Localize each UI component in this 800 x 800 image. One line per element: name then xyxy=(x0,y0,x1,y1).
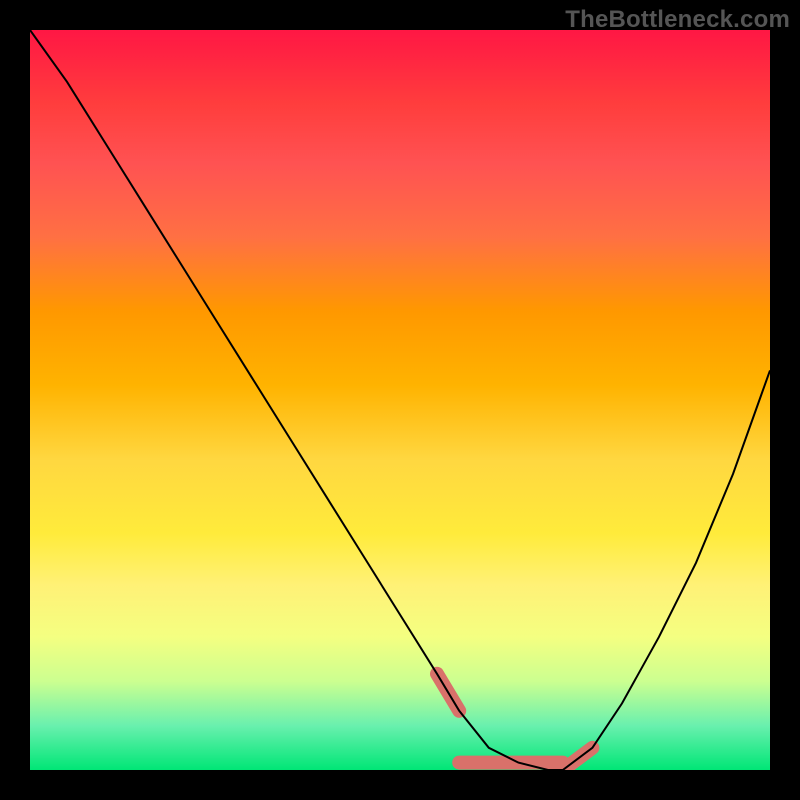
chart-container: TheBottleneck.com xyxy=(0,0,800,800)
bottleneck-curve xyxy=(30,30,770,770)
plot-area xyxy=(30,30,770,770)
curve-overlay xyxy=(30,30,770,770)
